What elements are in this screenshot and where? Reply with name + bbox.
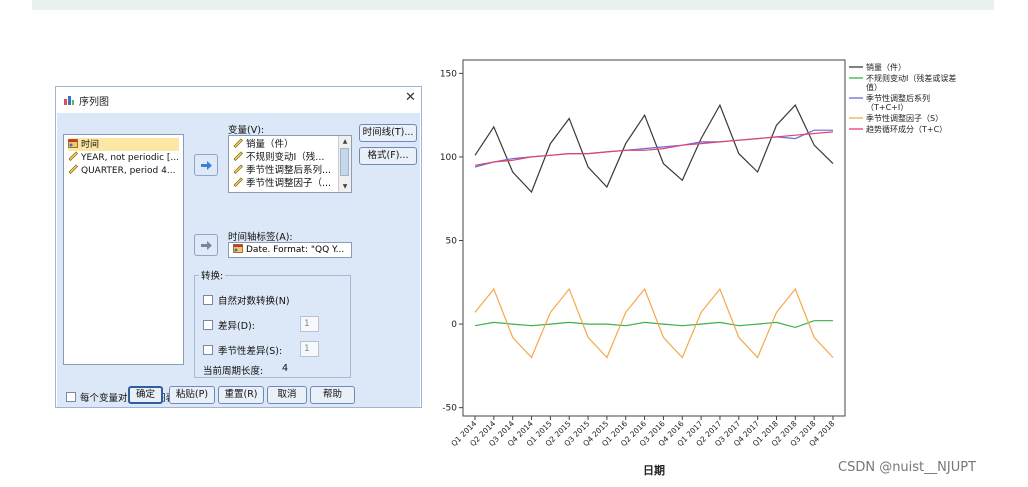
top-background-band <box>32 0 994 10</box>
variable-item[interactable]: 不规则变动I（残... <box>233 151 324 164</box>
variables-label: 变量(V): <box>228 125 265 136</box>
y-tick-label: 0 <box>451 320 457 330</box>
legend-entry: 趋势循环成分（T+C） <box>866 124 947 134</box>
format-button[interactable]: 格式(F)... <box>359 147 417 165</box>
transform-group: 转换: 自然对数转换(N) 差异(D): 1 季节性差异(S): 1 当前周期长… <box>194 268 351 378</box>
dialog-titlebar: 序列图 ✕ <box>56 87 421 113</box>
scroll-thumb[interactable] <box>340 148 349 176</box>
right-arrow-icon <box>201 161 212 170</box>
sequence-line-chart: -50050100150Q1 2014Q2 2014Q3 2014Q4 2014… <box>440 59 956 477</box>
reset-button[interactable]: 重置(R) <box>218 386 264 404</box>
chart-app-icon <box>64 96 74 105</box>
dialog-title: 序列图 <box>79 97 109 108</box>
difference-checkbox[interactable] <box>203 320 213 330</box>
current-period-value: 4 <box>282 363 289 374</box>
scale-ruler-icon <box>233 138 243 148</box>
one-chart-per-variable-checkbox[interactable] <box>66 392 76 402</box>
time-axis-field[interactable]: Date. Format: "QQ Y... <box>228 242 352 258</box>
cancel-button[interactable]: 取消 <box>267 386 307 404</box>
sequence-chart-dialog: 序列图 ✕ 时间 YEAR, not periodic [... QUARTER… <box>55 86 422 408</box>
natural-log-label: 自然对数转换(N) <box>218 296 290 307</box>
seasonal-difference-label: 季节性差异(S): <box>218 346 283 357</box>
transform-legend: 转换: <box>199 268 226 282</box>
y-tick-label: 50 <box>446 237 458 247</box>
scale-ruler-icon <box>233 177 243 187</box>
difference-input[interactable]: 1 <box>300 316 319 332</box>
y-tick-label: -50 <box>442 404 457 414</box>
scale-ruler-icon <box>233 164 243 174</box>
time-line-button[interactable]: 时间线(T)... <box>359 124 417 142</box>
legend-entry: （T+C+I） <box>866 103 908 112</box>
time-axis-label: 时间轴标签(A): <box>228 232 293 243</box>
seasonal-difference-checkbox[interactable] <box>203 345 213 355</box>
source-item-year[interactable]: YEAR, not periodic [... <box>68 151 183 164</box>
natural-log-checkbox[interactable] <box>203 295 213 305</box>
watermark: CSDN @nuist__NJUPT <box>838 460 977 475</box>
y-tick-label: 100 <box>440 153 457 163</box>
legend-entry: 季节性调整后系列 <box>866 93 930 103</box>
seasonal-difference-input[interactable]: 1 <box>300 341 319 357</box>
scroll-down-icon[interactable]: ▼ <box>340 182 350 191</box>
scroll-up-icon[interactable]: ▲ <box>340 137 350 146</box>
move-to-time-axis-button[interactable] <box>194 234 218 256</box>
right-arrow-icon <box>201 241 212 250</box>
legend-entry: 值） <box>866 82 882 92</box>
source-variable-list[interactable]: 时间 YEAR, not periodic [... QUARTER, peri… <box>63 134 184 365</box>
variable-item[interactable]: 季节性调整后系列... <box>233 164 331 177</box>
difference-label: 差异(D): <box>218 321 255 332</box>
legend-entry: 不规则变动I（残差或误差 <box>866 73 956 83</box>
x-axis-label: 日期 <box>643 463 665 477</box>
legend-entry: 销量（件） <box>866 62 906 72</box>
close-icon[interactable]: ✕ <box>405 90 416 105</box>
variables-scrollbar[interactable]: ▲ ▼ <box>338 136 351 192</box>
source-item-quarter[interactable]: QUARTER, period 4... <box>68 164 183 177</box>
move-to-variables-button[interactable] <box>194 154 218 176</box>
dialog-body: 时间 YEAR, not periodic [... QUARTER, peri… <box>57 113 420 407</box>
variable-item[interactable]: 销量（件） <box>233 138 294 151</box>
date-variable-icon <box>68 139 78 148</box>
help-button[interactable]: 帮助 <box>310 386 355 404</box>
paste-button[interactable]: 粘贴(P) <box>169 386 215 404</box>
source-item-time[interactable]: 时间 <box>68 138 179 151</box>
y-tick-label: 150 <box>440 69 457 79</box>
date-variable-icon <box>233 244 243 253</box>
legend-entry: 季节性调整因子（S） <box>866 113 943 123</box>
scale-ruler-icon <box>68 151 78 161</box>
scale-ruler-icon <box>233 151 243 161</box>
variables-list[interactable]: 销量（件） 不规则变动I（残... 季节性调整后系列... 季节性调整因子（..… <box>228 135 352 193</box>
current-period-label: 当前周期长度: <box>203 366 264 377</box>
variable-item[interactable]: 季节性调整因子（... <box>233 177 331 190</box>
scale-ruler-icon <box>68 164 78 174</box>
ok-button[interactable]: 确定 <box>128 386 163 404</box>
